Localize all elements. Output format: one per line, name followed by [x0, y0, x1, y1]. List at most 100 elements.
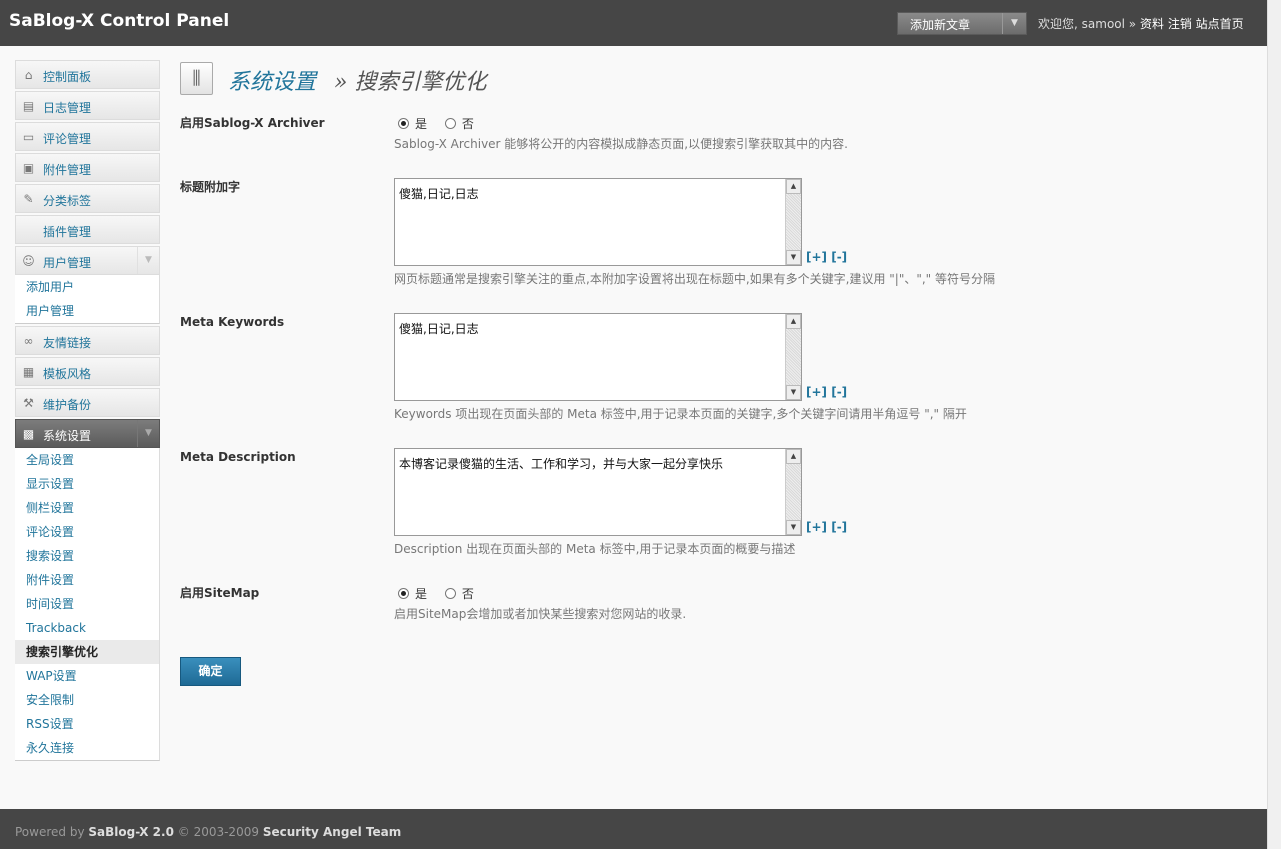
sitemap-no-radio[interactable]	[444, 588, 456, 599]
profile-link[interactable]: 资料	[1140, 17, 1164, 31]
submenu-item-attachments[interactable]: 附件设置	[15, 568, 159, 592]
sidebar-item-links[interactable]: ∞ 友情链接	[15, 326, 160, 355]
sidebar-item-label: 模板风格	[43, 367, 92, 381]
sitemap-yes-radio[interactable]	[398, 588, 409, 599]
archiver-yes-radio[interactable]	[398, 118, 409, 129]
radio-label: 是	[415, 117, 428, 131]
chevron-down-icon[interactable]: ▼	[137, 420, 159, 447]
sitemap-label: 启用SiteMap	[180, 586, 260, 600]
document-icon: ▤	[22, 99, 35, 113]
page-scrollbar[interactable]	[1267, 0, 1281, 849]
pin-icon: ✎	[23, 192, 34, 206]
submenu-item-trackback[interactable]: Trackback	[15, 616, 159, 640]
scroll-down-icon[interactable]: ▼	[786, 385, 801, 400]
archiver-no-radio[interactable]	[444, 118, 456, 129]
sidebar-item-comments[interactable]: ▭ 评论管理	[15, 122, 160, 151]
keywords-help: Keywords 项出现在页面头部的 Meta 标签中,用于记录本页面的关键字,…	[394, 407, 967, 421]
comment-icon: ▭	[22, 130, 35, 144]
chevron-down-icon[interactable]: ▼	[137, 247, 159, 274]
archiver-radio-group: 是 否	[398, 115, 474, 132]
powered-by-text: Powered by	[15, 825, 85, 839]
sidebar-item-label: 用户管理	[43, 256, 92, 270]
description-label: Meta Description	[180, 450, 296, 464]
submenu-item-search[interactable]: 搜索设置	[15, 544, 159, 568]
submenu-item-add-user[interactable]: 添加用户	[15, 275, 159, 299]
sidebar-item-label: 系统设置	[43, 429, 92, 443]
scroll-up-icon[interactable]: ▲	[786, 449, 801, 464]
sidebar-item-users[interactable]: ☺ 用户管理 ▼	[15, 246, 160, 275]
logout-link[interactable]: 注销	[1168, 17, 1192, 31]
submenu-item-security[interactable]: 安全限制	[15, 688, 159, 712]
sidebar-item-attachments[interactable]: ▣ 附件管理	[15, 153, 160, 182]
submenu-item-rss[interactable]: RSS设置	[15, 712, 159, 736]
app-title: SaBlog-X Control Panel	[9, 11, 230, 31]
sidebar-item-maintenance[interactable]: ⚒ 维护备份	[15, 388, 160, 417]
submit-button[interactable]: 确定	[180, 657, 241, 686]
expand-button[interactable]: [+]	[806, 520, 827, 534]
sidebar-item-categories[interactable]: ✎ 分类标签	[15, 184, 160, 213]
expand-button[interactable]: [+]	[806, 385, 827, 399]
chevron-down-icon[interactable]: ▼	[1002, 13, 1026, 34]
users-submenu: 添加用户 用户管理	[15, 275, 160, 324]
archiver-help: Sablog-X Archiver 能够将公开的内容模拟成静态页面,以便搜索引擎…	[394, 137, 848, 151]
shrink-button[interactable]: [-]	[831, 250, 847, 264]
top-bar: SaBlog-X Control Panel 添加新文章 ▼ 欢迎您, samo…	[0, 0, 1267, 46]
scroll-down-icon[interactable]: ▼	[786, 520, 801, 535]
textarea-value: 傻猫,日记,日志	[399, 322, 479, 336]
scroll-up-icon[interactable]: ▲	[786, 314, 801, 329]
title-append-help: 网页标题通常是搜索引擎关注的重点,本附加字设置将出现在标题中,如果有多个关键字,…	[394, 272, 996, 286]
textarea-scrollbar[interactable]: ▲ ▼	[785, 449, 801, 535]
sidebar-item-dashboard[interactable]: ⌂ 控制面板	[15, 60, 160, 89]
submenu-item-sidebar[interactable]: 侧栏设置	[15, 496, 159, 520]
site-home-link[interactable]: 站点首页	[1196, 17, 1244, 31]
description-resize: [+] [-]	[806, 520, 847, 534]
submenu-item-seo[interactable]: 搜索引擎优化	[15, 640, 159, 664]
submenu-item-global[interactable]: 全局设置	[15, 448, 159, 472]
template-icon: ▦	[22, 365, 35, 379]
footer: Powered by SaBlog-X 2.0 © 2003-2009 Secu…	[0, 809, 1267, 849]
settings-icon: ▩	[22, 427, 35, 441]
submenu-item-wap[interactable]: WAP设置	[15, 664, 159, 688]
sidebar-item-settings[interactable]: ▩ 系统设置 ▼	[15, 419, 160, 448]
submenu-item-manage-users[interactable]: 用户管理	[15, 299, 159, 323]
sidebar: ⌂ 控制面板 ▤ 日志管理 ▭ 评论管理 ▣ 附件管理 ✎ 分类标签 插件管理 ☺ 用户管理…	[15, 60, 160, 763]
sidebar-item-templates[interactable]: ▦ 模板风格	[15, 357, 160, 386]
submenu-item-comments[interactable]: 评论设置	[15, 520, 159, 544]
title-append-textarea[interactable]: 傻猫,日记,日志 ▲ ▼	[394, 178, 802, 266]
product-link[interactable]: SaBlog-X 2.0	[88, 825, 174, 839]
radio-label: 否	[461, 117, 474, 131]
team-link[interactable]: Security Angel Team	[263, 825, 401, 839]
sidebar-item-label: 分类标签	[43, 194, 92, 208]
username: samool	[1081, 17, 1125, 31]
keywords-textarea[interactable]: 傻猫,日记,日志 ▲ ▼	[394, 313, 802, 401]
expand-button[interactable]: [+]	[806, 250, 827, 264]
submenu-item-time[interactable]: 时间设置	[15, 592, 159, 616]
submenu-item-permalink[interactable]: 永久连接	[15, 736, 159, 760]
radio-label: 否	[461, 587, 474, 601]
title-append-label: 标题附加字	[180, 180, 241, 194]
description-textarea[interactable]: 本博客记录傻猫的生活、工作和学习，并与大家一起分享快乐 ▲ ▼	[394, 448, 802, 536]
sidebar-item-label: 友情链接	[43, 336, 92, 350]
attachment-icon: ▣	[22, 161, 35, 175]
submenu-item-display[interactable]: 显示设置	[15, 472, 159, 496]
footer-text: Powered by SaBlog-X 2.0 © 2003-2009 Secu…	[15, 825, 401, 839]
quick-action-label: 添加新文章	[910, 18, 971, 32]
keywords-label: Meta Keywords	[180, 315, 285, 329]
shrink-button[interactable]: [-]	[831, 520, 847, 534]
sitemap-help: 启用SiteMap会增加或者加快某些搜索对您网站的收录.	[394, 607, 687, 621]
breadcrumb-section[interactable]: 系统设置	[228, 64, 316, 96]
textarea-value: 傻猫,日记,日志	[399, 187, 479, 201]
textarea-value: 本博客记录傻猫的生活、工作和学习，并与大家一起分享快乐	[399, 457, 724, 471]
sidebar-item-posts[interactable]: ▤ 日志管理	[15, 91, 160, 120]
sidebar-item-plugins[interactable]: 插件管理	[15, 215, 160, 244]
textarea-scrollbar[interactable]: ▲ ▼	[785, 314, 801, 400]
scroll-down-icon[interactable]: ▼	[786, 250, 801, 265]
description-help: Description 出现在页面头部的 Meta 标签中,用于记录本页面的概要…	[394, 542, 796, 556]
shrink-button[interactable]: [-]	[831, 385, 847, 399]
settings-submenu: 全局设置 显示设置 侧栏设置 评论设置 搜索设置 附件设置 时间设置 Track…	[15, 448, 160, 761]
textarea-scrollbar[interactable]: ▲ ▼	[785, 179, 801, 265]
archiver-label: 启用Sablog-X Archiver	[180, 116, 325, 130]
quick-action-dropdown[interactable]: 添加新文章 ▼	[897, 12, 1027, 35]
scroll-up-icon[interactable]: ▲	[786, 179, 801, 194]
sidebar-item-label: 插件管理	[43, 225, 92, 239]
